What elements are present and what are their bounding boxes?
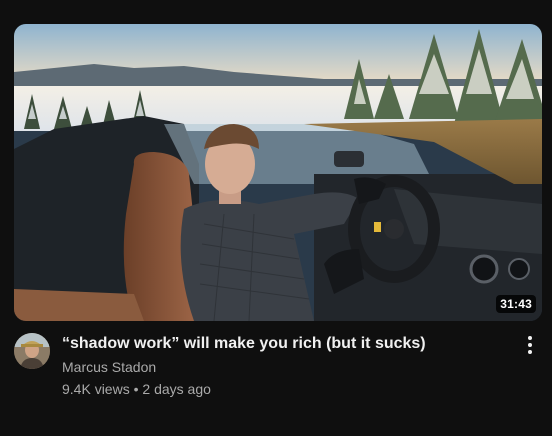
vertical-ellipsis-icon	[528, 336, 532, 354]
duration-badge: 31:43	[496, 295, 536, 313]
channel-name[interactable]: Marcus Stadon	[62, 357, 156, 377]
video-thumbnail[interactable]: 31:43	[14, 24, 542, 321]
video-details: “shadow work” will make you rich (but it…	[14, 333, 542, 403]
view-count: 9.4K views	[62, 381, 130, 397]
video-stats: 9.4K views • 2 days ago	[62, 379, 502, 399]
video-meta: “shadow work” will make you rich (but it…	[62, 333, 502, 399]
thumbnail-image	[14, 24, 542, 321]
avatar-image	[14, 333, 50, 369]
video-title[interactable]: “shadow work” will make you rich (but it…	[62, 333, 502, 355]
meta-separator: •	[133, 381, 139, 397]
video-card: 31:43 “shadow work” will make you rich (…	[0, 0, 552, 436]
channel-avatar[interactable]	[14, 333, 50, 369]
more-actions-button[interactable]	[518, 333, 542, 357]
upload-date: 2 days ago	[142, 381, 211, 397]
